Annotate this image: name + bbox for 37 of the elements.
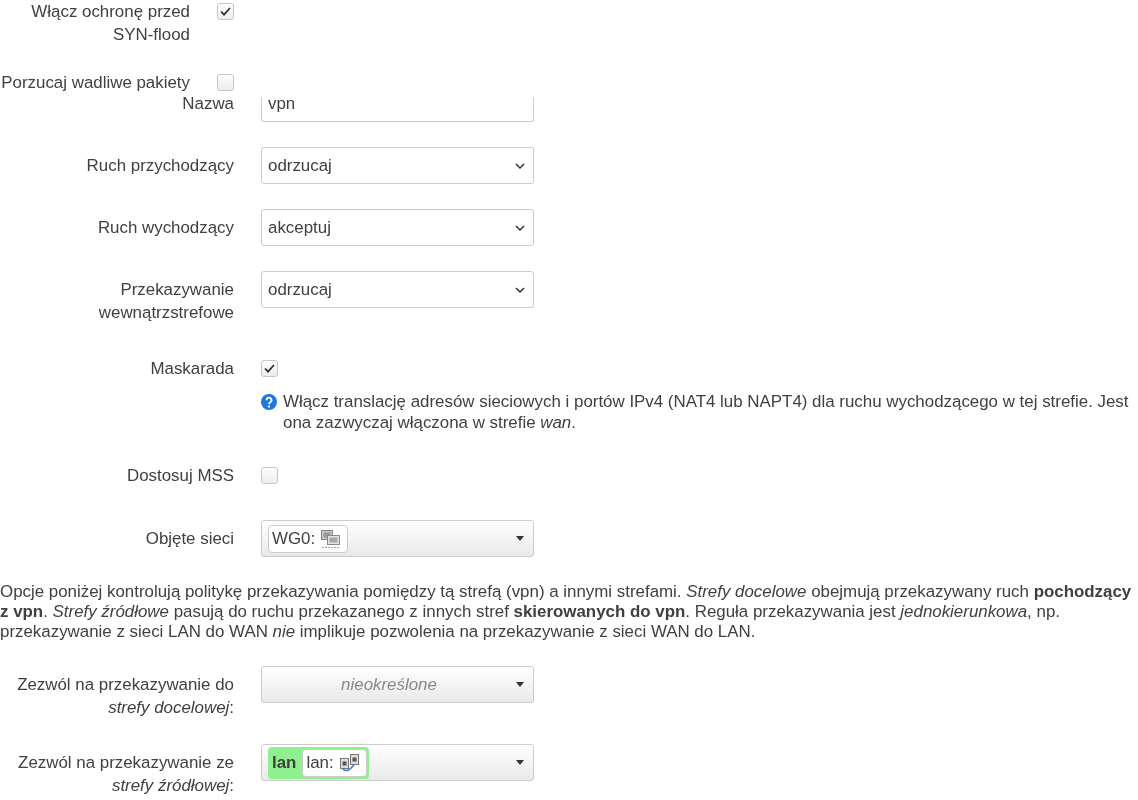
checkbox[interactable] <box>261 467 278 484</box>
help-text: Włącz translację adresów sieciowych i portów IPv4 (NAT4 lub NAPT4) dla ruchu wychodzącego w tej strefie. Jest ona zazwyczaj włączona w strefie wan. <box>283 391 1130 433</box>
field-label: Nazwa <box>181 92 234 115</box>
text-input[interactable]: vpn <box>261 97 534 122</box>
field-label: Zezwól na przekazywanie do strefy docelowej: <box>16 674 234 719</box>
caret-down-icon <box>516 682 524 687</box>
field-label: Objęte sieci <box>144 528 234 550</box>
select-dropdown[interactable]: odrzucaj <box>261 147 534 184</box>
description-text: Opcje poniżej kontrolują politykę przekazywania pomiędzy tą strefą (vpn) a innymi strefami. Strefy docelowe obejmują przekazywany ruch pochodzący z vpn. Strefy źródłowe pasują do ruchu przekazanego z innych stref skierowanych do vpn. Reguła przekazywania jest jednokierunkowa, np. przekazywanie z sieci LAN do WAN nie implikuje pozwolenia na przekazywanie z sieci WAN do LAN. <box>0 582 1133 642</box>
field-label: Przekazywanie wewnątrzstrefowe <box>97 279 234 324</box>
field-label: Ruch przychodzący <box>85 155 234 177</box>
field-label: Zezwól na przekazywanie ze strefy źródłowej: <box>17 752 234 797</box>
stacked-screens-icon <box>321 528 342 549</box>
field-label: Dostosuj MSS <box>126 465 234 487</box>
multi-select-dropdown[interactable]: WG0: <box>261 520 534 557</box>
field-label: Porzucaj wadliwe pakiety <box>0 71 190 94</box>
checkbox[interactable] <box>217 73 234 91</box>
tag-label: lan: <box>306 752 334 773</box>
checkmark-icon <box>264 364 275 373</box>
chevron-down-icon <box>515 286 525 293</box>
caret-down-icon <box>516 536 524 541</box>
help-icon <box>261 394 277 410</box>
field-label: Włącz ochronę przed SYN-flood <box>30 1 190 46</box>
multi-select-dropdown[interactable]: lan lan: <box>261 744 534 781</box>
field-label: Ruch wychodzący <box>96 217 234 239</box>
chevron-down-icon <box>515 224 525 231</box>
caret-down-icon <box>516 760 524 765</box>
chevron-down-icon <box>515 162 525 169</box>
checkbox[interactable] <box>217 3 234 20</box>
checkmark-icon <box>220 7 231 16</box>
checkbox[interactable] <box>261 360 278 377</box>
select-dropdown[interactable]: odrzucaj <box>261 271 534 308</box>
select-dropdown[interactable]: akceptuj <box>261 209 534 246</box>
ethernet-ports-icon <box>339 752 360 773</box>
zone-name: lan <box>272 752 297 773</box>
tag-label: WG0: <box>272 528 316 549</box>
field-label: Maskarada <box>149 358 234 380</box>
